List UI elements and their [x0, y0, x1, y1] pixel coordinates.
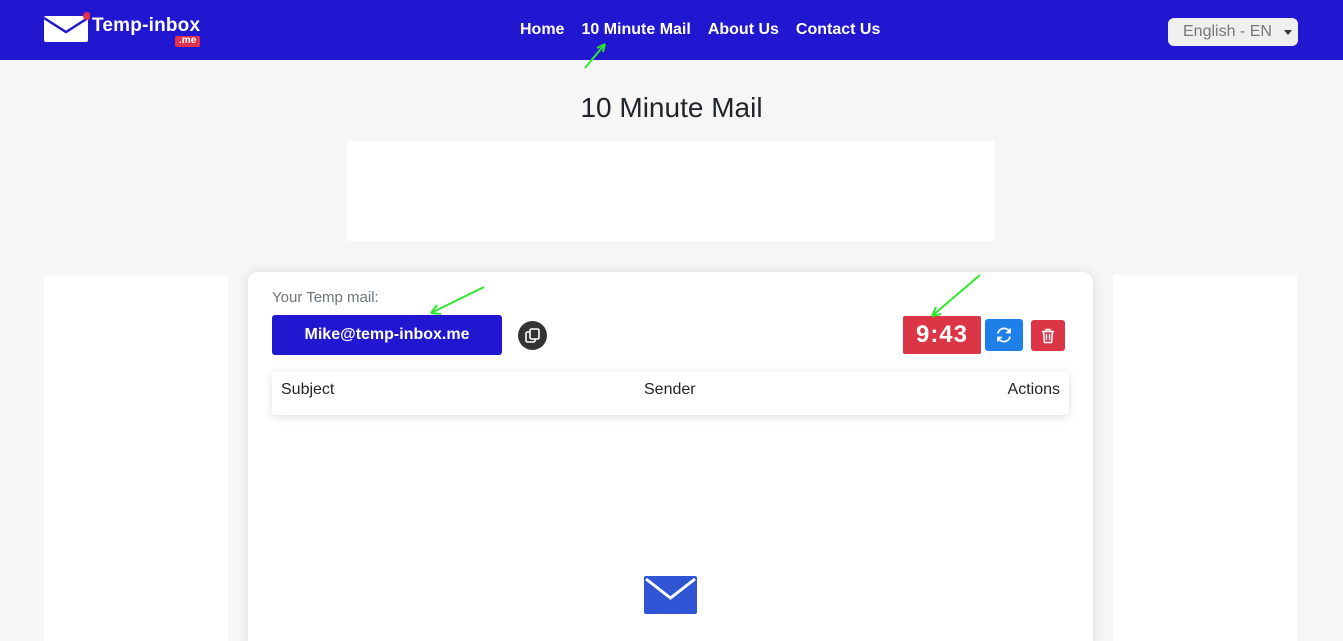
countdown-timer: 9:43 [903, 316, 981, 354]
refresh-icon [997, 327, 1011, 343]
trash-icon [1042, 328, 1054, 343]
delete-email-button[interactable] [1031, 320, 1065, 351]
nav-about-us-link[interactable]: About Us [708, 20, 779, 40]
logo-tld: .me [175, 36, 201, 47]
nav-10-minute-mail-link[interactable]: 10 Minute Mail [581, 20, 690, 40]
language-select-value: English - EN [1183, 23, 1272, 40]
annotation-arrow-icon [931, 274, 981, 317]
annotation-arrow-icon [430, 286, 485, 315]
page-title: 10 Minute Mail [580, 92, 763, 123]
inbox-table-header: Subject Sender Actions [272, 372, 1069, 415]
column-header-actions: Actions [1007, 381, 1060, 398]
temp-email-address-button[interactable]: Mike@temp-inbox.me [272, 315, 502, 355]
column-header-subject: Subject [281, 381, 335, 398]
refresh-button[interactable] [985, 319, 1023, 351]
annotation-arrow-icon [584, 43, 606, 69]
copy-email-button[interactable] [518, 321, 547, 350]
nav-contact-us-link[interactable]: Contact Us [796, 20, 880, 40]
logo-text: Temp-inbox .me [92, 15, 201, 47]
temp-mail-card: Your Temp mail: Mike@temp-inbox.me 9:43 … [248, 272, 1093, 641]
main-nav: Home 10 Minute Mail About Us Contact Us [520, 20, 897, 40]
logo-name: Temp-inbox [92, 15, 201, 36]
copy-icon [525, 328, 540, 343]
column-header-sender: Sender [644, 381, 696, 398]
nav-home-link[interactable]: Home [520, 20, 564, 40]
navbar: Temp-inbox .me Home 10 Minute Mail About… [0, 0, 1343, 60]
ad-banner-top [347, 141, 994, 241]
caret-down-icon [1284, 30, 1292, 35]
logo-envelope-icon [42, 12, 91, 44]
empty-inbox-envelope-icon [644, 576, 697, 614]
language-select[interactable]: English - EN [1168, 18, 1298, 46]
ad-sidebar-right [1113, 275, 1297, 641]
ad-sidebar-left [44, 275, 228, 641]
temp-mail-label: Your Temp mail: [272, 289, 379, 306]
site-logo[interactable]: Temp-inbox .me [42, 12, 201, 48]
